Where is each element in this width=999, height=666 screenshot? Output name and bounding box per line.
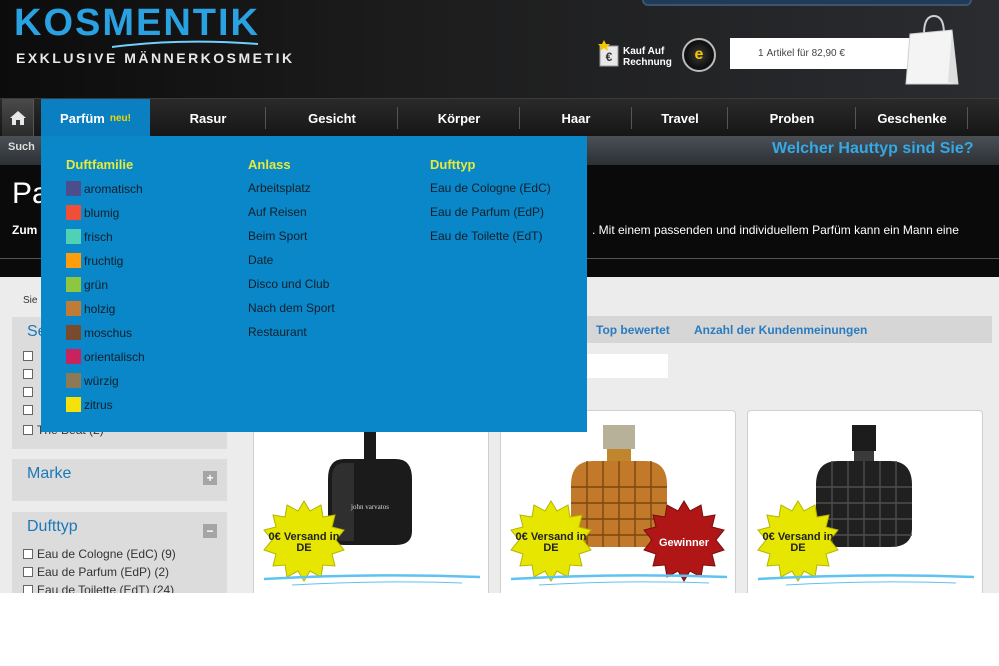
menu-item-orientalisch[interactable]: orientalisch [66, 349, 145, 364]
sort-review-count-link[interactable]: Anzahl der Kundenmeinungen [694, 323, 867, 337]
color-swatch [66, 229, 81, 244]
color-swatch [66, 277, 81, 292]
search-tab[interactable]: Such [8, 141, 35, 153]
free-shipping-badge-text: 0€ Versand in DE [515, 531, 587, 554]
banner-intro-start: Zum [12, 223, 38, 237]
banner-intro-text: . Mit einem passenden und individuellem … [592, 223, 959, 237]
menu-item-gruen[interactable]: grün [66, 277, 108, 292]
product-card[interactable]: john varvatos 0€ Versand in DE [253, 410, 489, 593]
invoice-icon: € [598, 40, 619, 67]
menu-item-auf-reisen[interactable]: Auf Reisen [248, 205, 307, 219]
menu-item-wuerzig[interactable]: würzig [66, 373, 119, 388]
cart-summary[interactable]: 1 Artikel für 82,90 € [730, 38, 910, 69]
menu-item-restaurant[interactable]: Restaurant [248, 325, 307, 339]
menu-item-arbeitsplatz[interactable]: Arbeitsplatz [248, 181, 311, 195]
filter-hint: Sie [23, 295, 38, 306]
color-swatch [66, 373, 81, 388]
color-swatch [66, 397, 81, 412]
kauf-auf-rechnung-label: Kauf Auf Rechnung [623, 46, 672, 68]
filter-option[interactable]: Eau de Cologne (EdC) (9) [23, 547, 176, 561]
checkbox[interactable] [23, 369, 33, 379]
filter-option[interactable] [23, 387, 37, 397]
mega-col-title-anlass: Anlass [248, 157, 291, 172]
menu-item-nach-dem-sport[interactable]: Nach dem Sport [248, 301, 335, 315]
menu-item-moschus[interactable]: moschus [66, 325, 132, 340]
filter-option[interactable]: Eau de Parfum (EdP) (2) [23, 565, 169, 579]
collapse-minus-icon[interactable]: − [203, 524, 217, 538]
menu-item-frisch[interactable]: frisch [66, 229, 113, 244]
menu-item-zitrus[interactable]: zitrus [66, 397, 113, 412]
site-header: KOSMENTIK EXKLUSIVE MÄNNERKOSMETIK € Kau… [0, 0, 999, 98]
menu-item-aromatisch[interactable]: aromatisch [66, 181, 143, 196]
free-shipping-badge-text: 0€ Versand in DE [762, 531, 834, 554]
filter-option[interactable] [23, 369, 37, 379]
free-shipping-badge-text: 0€ Versand in DE [268, 531, 340, 554]
menu-item-edc[interactable]: Eau de Cologne (EdC) [430, 181, 551, 195]
skin-type-link[interactable]: Welcher Hauttyp sind Sie? [772, 140, 974, 158]
card-swoosh-icon [510, 574, 728, 586]
color-swatch [66, 301, 81, 316]
site-tagline: EXKLUSIVE MÄNNERKOSMETIK [16, 50, 295, 66]
cart-count: 1 [758, 48, 764, 59]
filter-option[interactable] [23, 405, 37, 415]
filter-box-title[interactable]: Marke [27, 465, 71, 483]
menu-item-fruchtig[interactable]: fruchtig [66, 253, 123, 268]
bottle-label: john varvatos [350, 503, 389, 511]
nav-rasur[interactable]: Rasur [150, 99, 266, 137]
nav-gesicht[interactable]: Gesicht [266, 99, 398, 137]
checkbox[interactable] [23, 387, 33, 397]
menu-item-date[interactable]: Date [248, 253, 273, 267]
search-input[interactable] [642, 0, 972, 6]
parfum-mega-menu: Duftfamilie Anlass Dufttyp aromatisch bl… [41, 136, 587, 432]
nav-koerper[interactable]: Körper [398, 99, 520, 137]
menu-item-holzig[interactable]: holzig [66, 301, 115, 316]
checkbox[interactable] [23, 585, 33, 593]
menu-item-beim-sport[interactable]: Beim Sport [248, 229, 307, 243]
checkbox[interactable] [23, 351, 33, 361]
product-card[interactable]: 0€ Versand in DE [747, 410, 983, 593]
winner-badge-text: Gewinner [658, 537, 710, 549]
menu-item-blumig[interactable]: blumig [66, 205, 119, 220]
nav-geschenke[interactable]: Geschenke [856, 99, 968, 137]
filter-box-title[interactable]: Dufttyp [27, 518, 78, 536]
color-swatch [66, 325, 81, 340]
color-swatch [66, 205, 81, 220]
mega-col-title-duftfamilie: Duftfamilie [66, 157, 134, 172]
checkbox[interactable] [23, 549, 33, 559]
shopping-bag-icon[interactable] [904, 12, 960, 86]
menu-item-edt[interactable]: Eau de Toilette (EdT) [430, 229, 543, 243]
nav-parfum[interactable]: Parfüm neu! [41, 99, 150, 137]
new-badge: neu! [109, 112, 131, 124]
filter-box-dufttyp: Dufttyp − Eau de Cologne (EdC) (9) Eau d… [12, 512, 227, 593]
card-swoosh-icon [263, 574, 481, 586]
filter-box-marke: Marke + [12, 459, 227, 501]
card-swoosh-icon [757, 574, 975, 586]
menu-item-disco-und-club[interactable]: Disco und Club [248, 277, 329, 291]
nav-home[interactable] [2, 99, 34, 137]
checkbox[interactable] [23, 405, 33, 415]
color-swatch [66, 349, 81, 364]
filter-option[interactable] [23, 351, 37, 361]
home-icon [9, 111, 26, 125]
cart-total-text: Artikel für 82,90 € [766, 48, 845, 59]
checkbox[interactable] [23, 425, 33, 435]
sort-top-rated-link[interactable]: Top bewertet [596, 323, 670, 337]
svg-text:€: € [606, 50, 613, 64]
expand-plus-icon[interactable]: + [203, 471, 217, 485]
nav-proben[interactable]: Proben [728, 99, 856, 137]
product-card[interactable]: 0€ Versand in DE Gewinner [500, 410, 736, 593]
menu-item-edp[interactable]: Eau de Parfum (EdP) [430, 205, 544, 219]
mega-col-title-dufttyp: Dufttyp [430, 157, 476, 172]
logo-swoosh-icon [111, 40, 259, 48]
page-viewport: KOSMENTIK EXKLUSIVE MÄNNERKOSMETIK € Kau… [0, 0, 999, 593]
filter-option[interactable]: Eau de Toilette (EdT) (24) [23, 583, 174, 593]
nav-travel[interactable]: Travel [632, 99, 728, 137]
color-swatch [66, 181, 81, 196]
nav-haar[interactable]: Haar [520, 99, 632, 137]
checkbox[interactable] [23, 567, 33, 577]
trusted-shops-badge-icon[interactable]: e [682, 38, 716, 72]
results-per-page-box[interactable] [582, 354, 668, 378]
color-swatch [66, 253, 81, 268]
main-navigation: Parfüm neu! Rasur Gesicht Körper Haar Tr… [0, 98, 999, 137]
